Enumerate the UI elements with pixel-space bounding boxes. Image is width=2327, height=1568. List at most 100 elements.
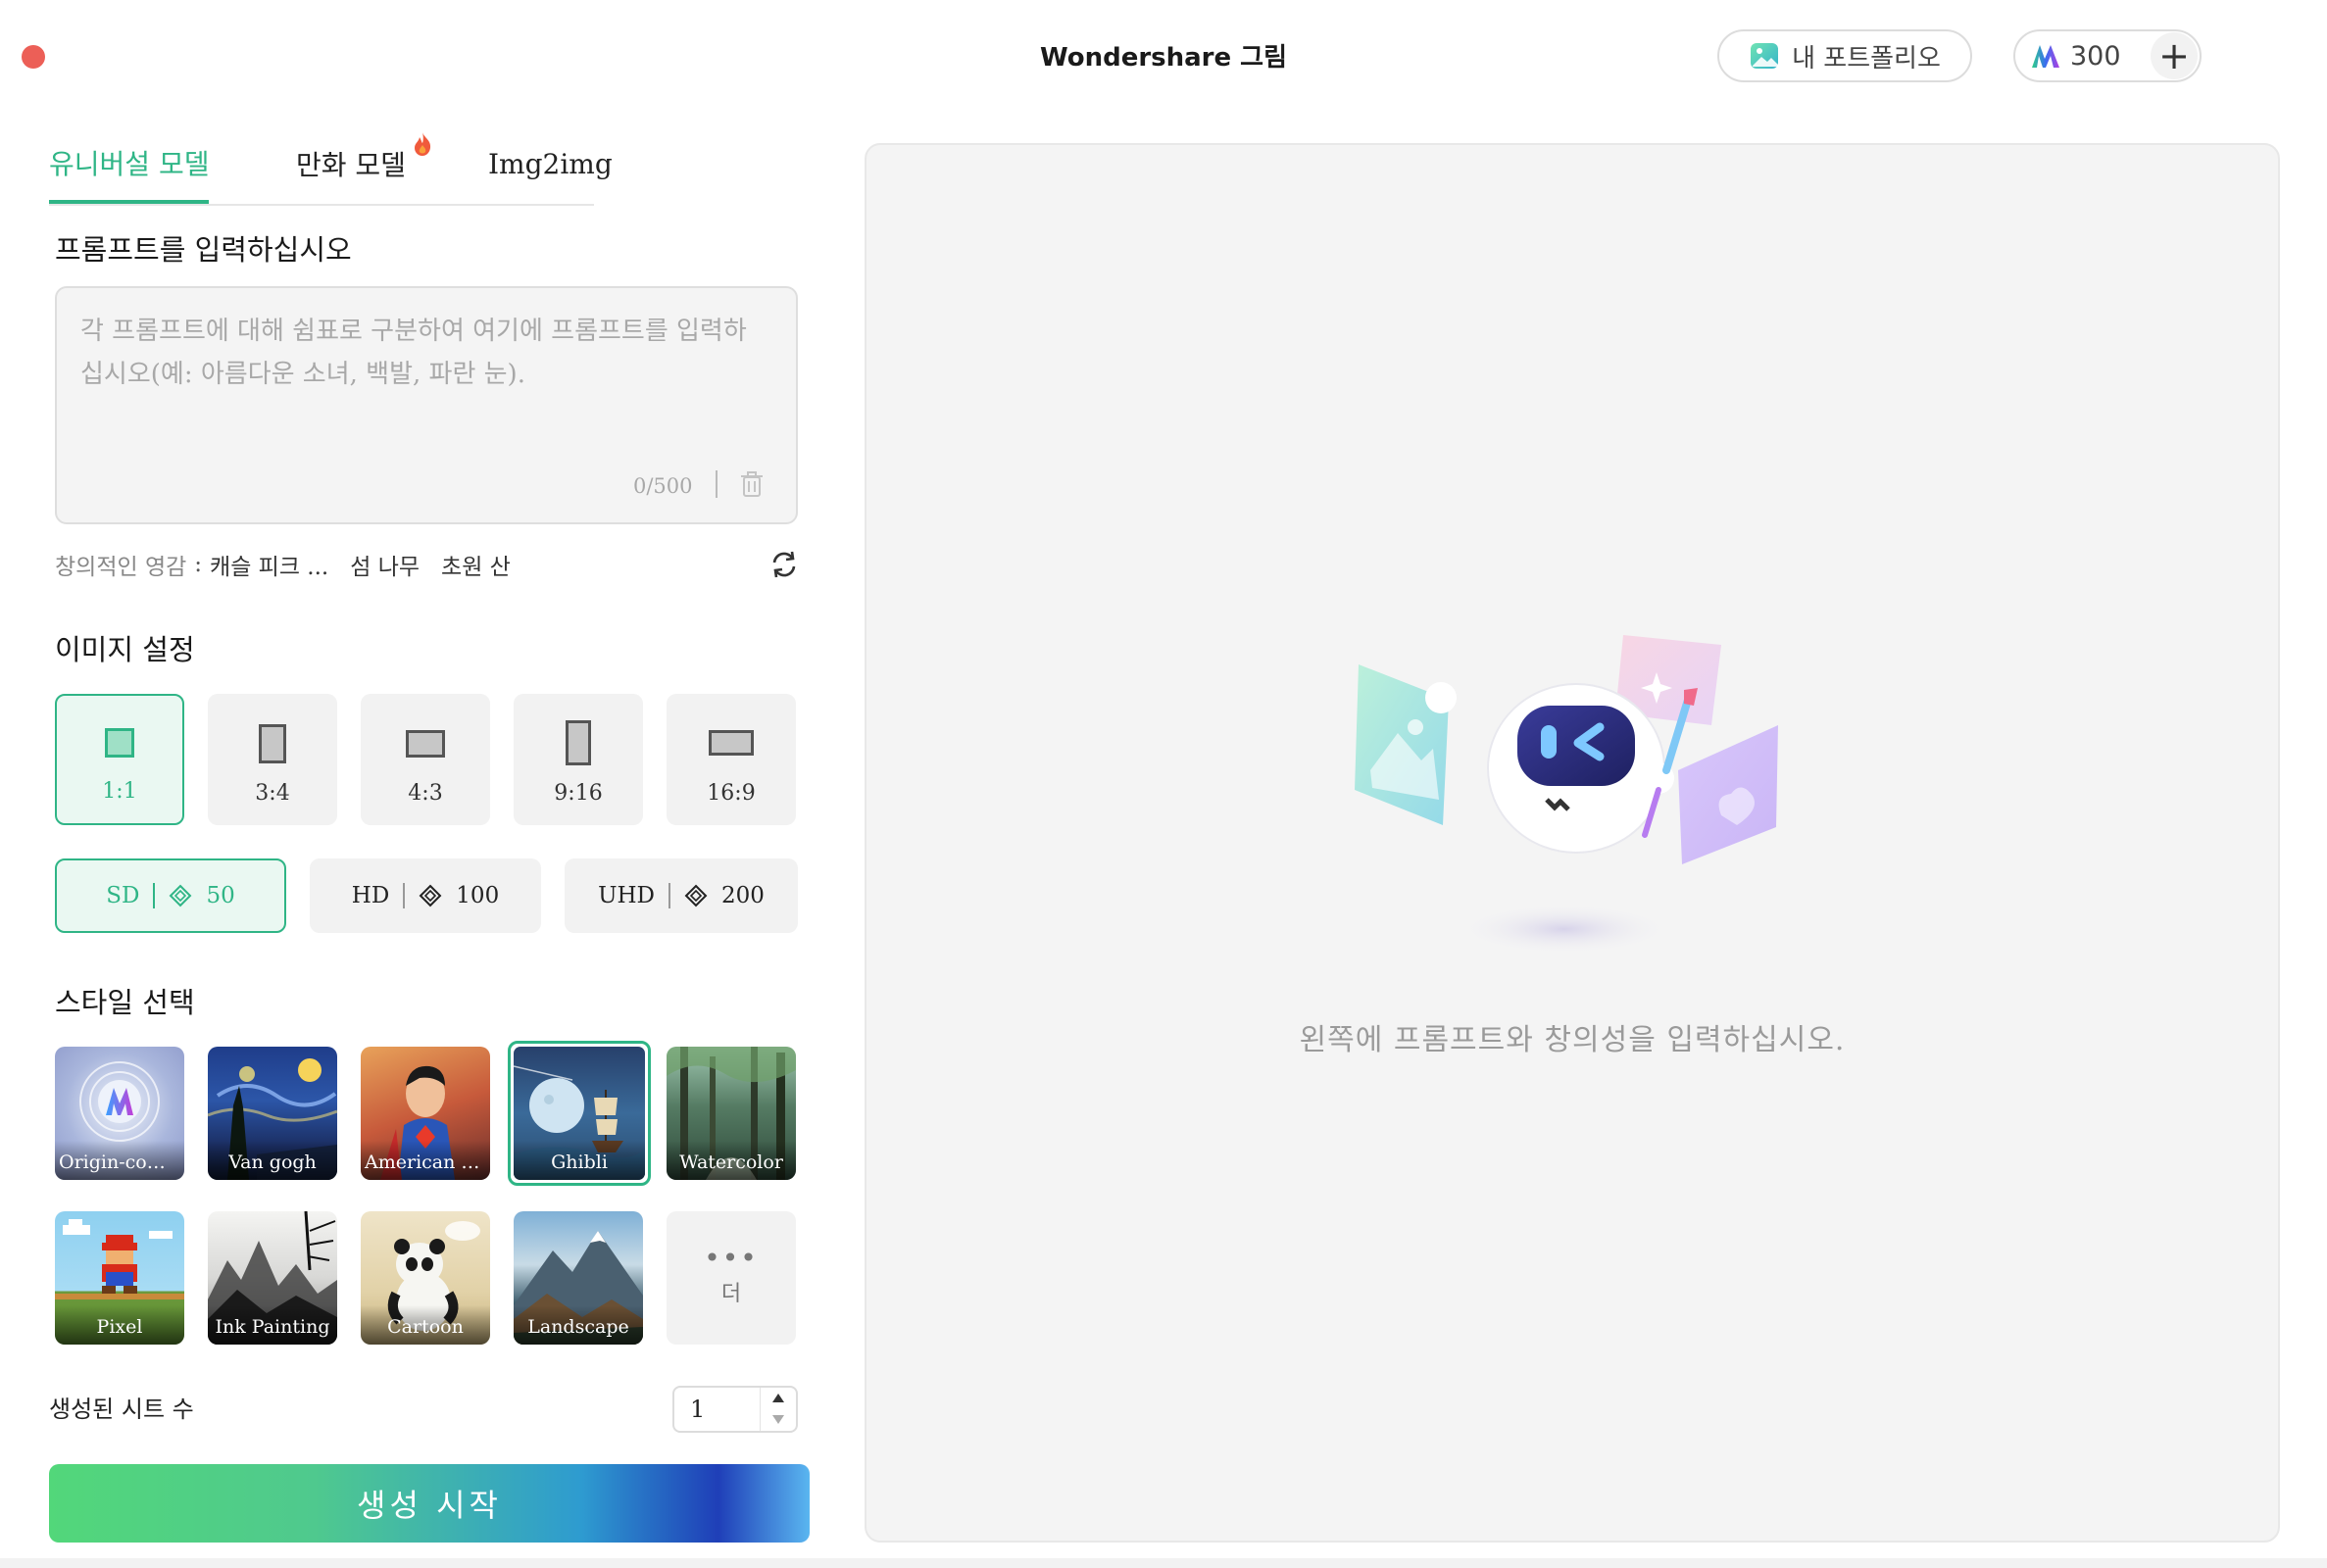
style-label: Origin-com... xyxy=(55,1141,184,1180)
style-pixel-thumbnail: Pixel xyxy=(55,1211,184,1345)
ratio-square-icon xyxy=(105,728,134,758)
sheet-count-value: 1 xyxy=(690,1396,706,1423)
trash-icon[interactable] xyxy=(739,470,765,498)
prompt-char-counter: 0/500 xyxy=(633,474,693,498)
style-landscape[interactable]: Landscape xyxy=(514,1211,643,1345)
inspiration-chip[interactable]: 초원 산 xyxy=(441,548,511,581)
quality-label: HD xyxy=(351,883,390,908)
image-settings-title: 이미지 설정 xyxy=(55,633,195,666)
prompt-section-title: 프롬프트를 입력하십시오 xyxy=(55,233,352,267)
style-label: American c... xyxy=(361,1141,490,1180)
ratio-3-4-option[interactable]: 3:4 xyxy=(208,694,337,825)
style-ink-painting[interactable]: Ink Painting xyxy=(208,1211,337,1345)
prompt-input[interactable]: 각 프롬프트에 대해 쉼표로 구분하여 여기에 프롬프트를 입력하십시오(예: … xyxy=(55,286,798,524)
quality-uhd-option[interactable]: UHD 200 xyxy=(565,858,798,933)
inspiration-separator: : xyxy=(194,552,203,577)
tab-universal-label: 유니버설 모델 xyxy=(49,148,210,180)
ratio-1-1-option[interactable]: 1:1 xyxy=(55,694,184,825)
style-label: Landscape xyxy=(514,1305,643,1345)
creative-inspiration-row: 창의적인 영감 : 캐슬 피크 ... 섬 나무 초원 산 xyxy=(55,547,800,582)
robot-mascot-illustration xyxy=(1355,635,1778,955)
hot-flame-icon xyxy=(414,132,431,156)
sheet-count-label: 생성된 시트 수 xyxy=(49,1396,194,1423)
inspiration-label: 창의적인 영감 xyxy=(55,555,187,580)
style-american-comic-thumbnail: American c... xyxy=(361,1047,490,1180)
ratio-label: 4:3 xyxy=(408,781,443,806)
prompt-placeholder: 각 프롬프트에 대해 쉼표로 구분하여 여기에 프롬프트를 입력하십시오(예: … xyxy=(80,317,747,389)
ratio-4-3-option[interactable]: 4:3 xyxy=(361,694,490,825)
style-label: Cartoon xyxy=(361,1305,490,1345)
quality-cost: 200 xyxy=(720,883,765,908)
ratio-wide-icon xyxy=(709,730,754,756)
credits-widget: 300 + xyxy=(2013,29,2202,82)
style-label: Ghibli xyxy=(514,1141,645,1180)
start-generation-button[interactable]: 생성 시작 xyxy=(49,1464,810,1543)
ratio-label: 1:1 xyxy=(102,779,137,804)
ratio-label: 9:16 xyxy=(554,781,603,806)
style-ink-thumbnail: Ink Painting xyxy=(208,1211,337,1345)
app-title: Wondershare 그림 xyxy=(1039,43,1288,73)
ratio-tall-icon xyxy=(566,720,591,765)
add-credits-button[interactable]: + xyxy=(2151,32,2198,79)
tab-cartoon-label: 만화 모델 xyxy=(296,149,406,181)
quality-cost: 50 xyxy=(206,883,235,908)
model-tabs: 유니버설 모델 만화 모델 Img2img xyxy=(49,125,613,206)
my-portfolio-label: 내 포트폴리오 xyxy=(1792,43,1941,74)
style-origin-thumbnail: Origin-com... xyxy=(55,1047,184,1180)
quality-divider xyxy=(668,883,670,908)
quality-label: UHD xyxy=(598,883,655,908)
ratio-label: 16:9 xyxy=(707,781,756,806)
style-landscape-thumbnail: Landscape xyxy=(514,1211,643,1345)
tab-img2img-label: Img2img xyxy=(488,147,613,180)
increment-arrow-icon[interactable] xyxy=(772,1394,784,1402)
preview-hint-text: 왼쪽에 프롬프트와 창의성을 입력하십시오. xyxy=(1299,1023,1846,1057)
style-cartoon[interactable]: Cartoon xyxy=(361,1211,490,1345)
style-van-gogh[interactable]: Van gogh xyxy=(208,1047,337,1180)
quality-divider xyxy=(153,883,156,908)
quality-sd-option[interactable]: SD 50 xyxy=(55,858,286,933)
sheet-count-stepper[interactable]: 1 xyxy=(672,1386,798,1433)
style-ghibli[interactable]: Ghibli xyxy=(508,1041,651,1186)
ratio-portrait-icon xyxy=(259,724,286,763)
credit-diamond-icon xyxy=(170,884,192,907)
my-portfolio-button[interactable]: 내 포트폴리오 xyxy=(1717,29,1972,82)
ratio-9-16-option[interactable]: 9:16 xyxy=(514,694,643,825)
credit-diamond-icon xyxy=(419,884,442,907)
tab-img2img[interactable]: Img2img xyxy=(488,125,613,202)
style-vangogh-thumbnail: Van gogh xyxy=(208,1047,337,1180)
more-styles-label: 더 xyxy=(720,1282,742,1306)
gallery-icon xyxy=(1751,43,1779,69)
refresh-icon[interactable] xyxy=(768,549,800,580)
style-ghibli-thumbnail: Ghibli xyxy=(514,1047,645,1180)
more-styles-button[interactable]: ••• 더 xyxy=(667,1211,796,1345)
tab-universal-model[interactable]: 유니버설 모델 xyxy=(49,125,210,204)
ratio-landscape-icon xyxy=(406,730,445,758)
inspiration-chip[interactable]: 섬 나무 xyxy=(350,548,420,581)
quality-label: SD xyxy=(106,883,140,908)
style-label: Ink Painting xyxy=(208,1305,337,1345)
stepper-arrows[interactable] xyxy=(760,1388,796,1431)
ratio-label: 3:4 xyxy=(255,781,290,806)
style-pixel[interactable]: Pixel xyxy=(55,1211,184,1345)
ratio-16-9-option[interactable]: 16:9 xyxy=(667,694,796,825)
decrement-arrow-icon[interactable] xyxy=(772,1415,784,1424)
style-label: Watercolor xyxy=(667,1141,796,1180)
style-label: Pixel xyxy=(55,1305,184,1345)
style-select-title: 스타일 선택 xyxy=(55,986,195,1019)
quality-cost: 100 xyxy=(456,883,500,908)
style-label: Van gogh xyxy=(208,1141,337,1180)
style-origin-comic[interactable]: Origin-com... xyxy=(55,1047,184,1180)
more-dots-icon: ••• xyxy=(704,1242,759,1274)
tab-cartoon-model[interactable]: 만화 모델 xyxy=(296,125,431,202)
inspiration-chip[interactable]: 캐슬 피크 ... xyxy=(210,548,328,581)
style-watercolor-thumbnail: Watercolor xyxy=(667,1047,796,1180)
bottom-strip xyxy=(0,1558,2327,1568)
style-watercolor[interactable]: Watercolor xyxy=(667,1047,796,1180)
style-cartoon-thumbnail: Cartoon xyxy=(361,1211,490,1345)
credit-diamond-icon xyxy=(684,884,708,907)
style-american-comic[interactable]: American c... xyxy=(361,1047,490,1180)
quality-hd-option[interactable]: HD 100 xyxy=(310,858,541,933)
credit-count: 300 xyxy=(2070,40,2121,72)
quality-divider xyxy=(403,883,406,908)
credit-logo-icon xyxy=(2032,45,2059,68)
